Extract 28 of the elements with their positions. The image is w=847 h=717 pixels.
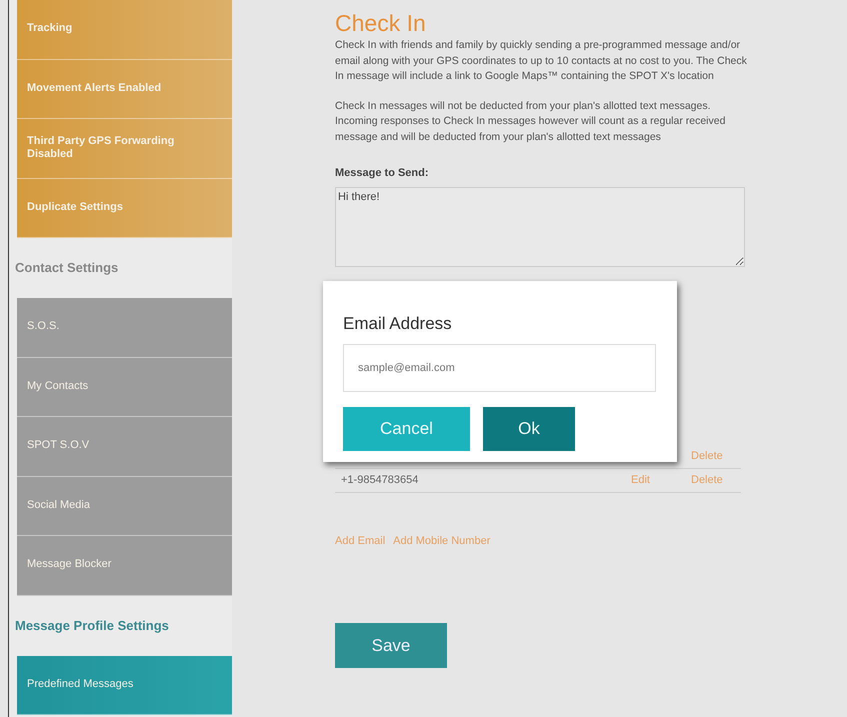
sidebar-item[interactable]: Social Media	[17, 476, 232, 536]
add-link[interactable]: Add Email	[335, 532, 386, 549]
delete-link[interactable]: Delete	[691, 450, 723, 462]
sidebar-item[interactable]: Predefined Messages	[17, 656, 232, 715]
sidebar-item[interactable]: S.O.S.	[17, 298, 232, 358]
sidebar-item[interactable]: Movement Alerts Enabled	[17, 60, 232, 119]
dialog-title: Email Address	[343, 313, 453, 335]
page-title: Check In	[335, 9, 427, 38]
email-field[interactable]: sample@email.com	[343, 344, 656, 392]
edit-link[interactable]: Edit	[631, 474, 650, 486]
ok-button[interactable]: Ok	[483, 406, 575, 450]
description-text: Check In with friends and family by quickly sending a pre-programmed message and/or email along with your GPS coordinates to up to 10 contacts at no cost to you. The Check In message will include a link to Google Maps™ containing the SPOT X's location	[335, 38, 747, 84]
sidebar-item[interactable]: SPOT S.O.V	[17, 417, 232, 476]
contact-number: +1-9854783654	[340, 472, 420, 488]
section-heading: Contact Settings	[14, 259, 120, 278]
delete-link[interactable]: Delete	[691, 474, 723, 486]
sidebar-item[interactable]: Tracking	[17, 0, 232, 60]
description-text: Check In messages will not be deducted from your plan's allotted text messages. Incoming responses to Check In messages however will count as a regular received message and will be deducted from your plan's allotted text messages	[335, 98, 726, 144]
sidebar-item[interactable]: Duplicate Settings	[17, 178, 232, 238]
add-link[interactable]: Add Mobile Number	[393, 532, 490, 549]
sidebar-item[interactable]: Message Blocker	[17, 536, 232, 596]
sidebar-item[interactable]: My Contacts	[17, 358, 232, 417]
section-heading: Message Profile Settings	[14, 616, 170, 635]
save-button[interactable]: Save	[335, 623, 447, 668]
cancel-button[interactable]: Cancel	[343, 406, 470, 450]
field-label: Message to Send:	[335, 166, 430, 181]
message-field[interactable]: Hi there!	[335, 186, 745, 266]
sidebar-item[interactable]: Third Party GPS Forwarding Disabled	[17, 119, 232, 178]
